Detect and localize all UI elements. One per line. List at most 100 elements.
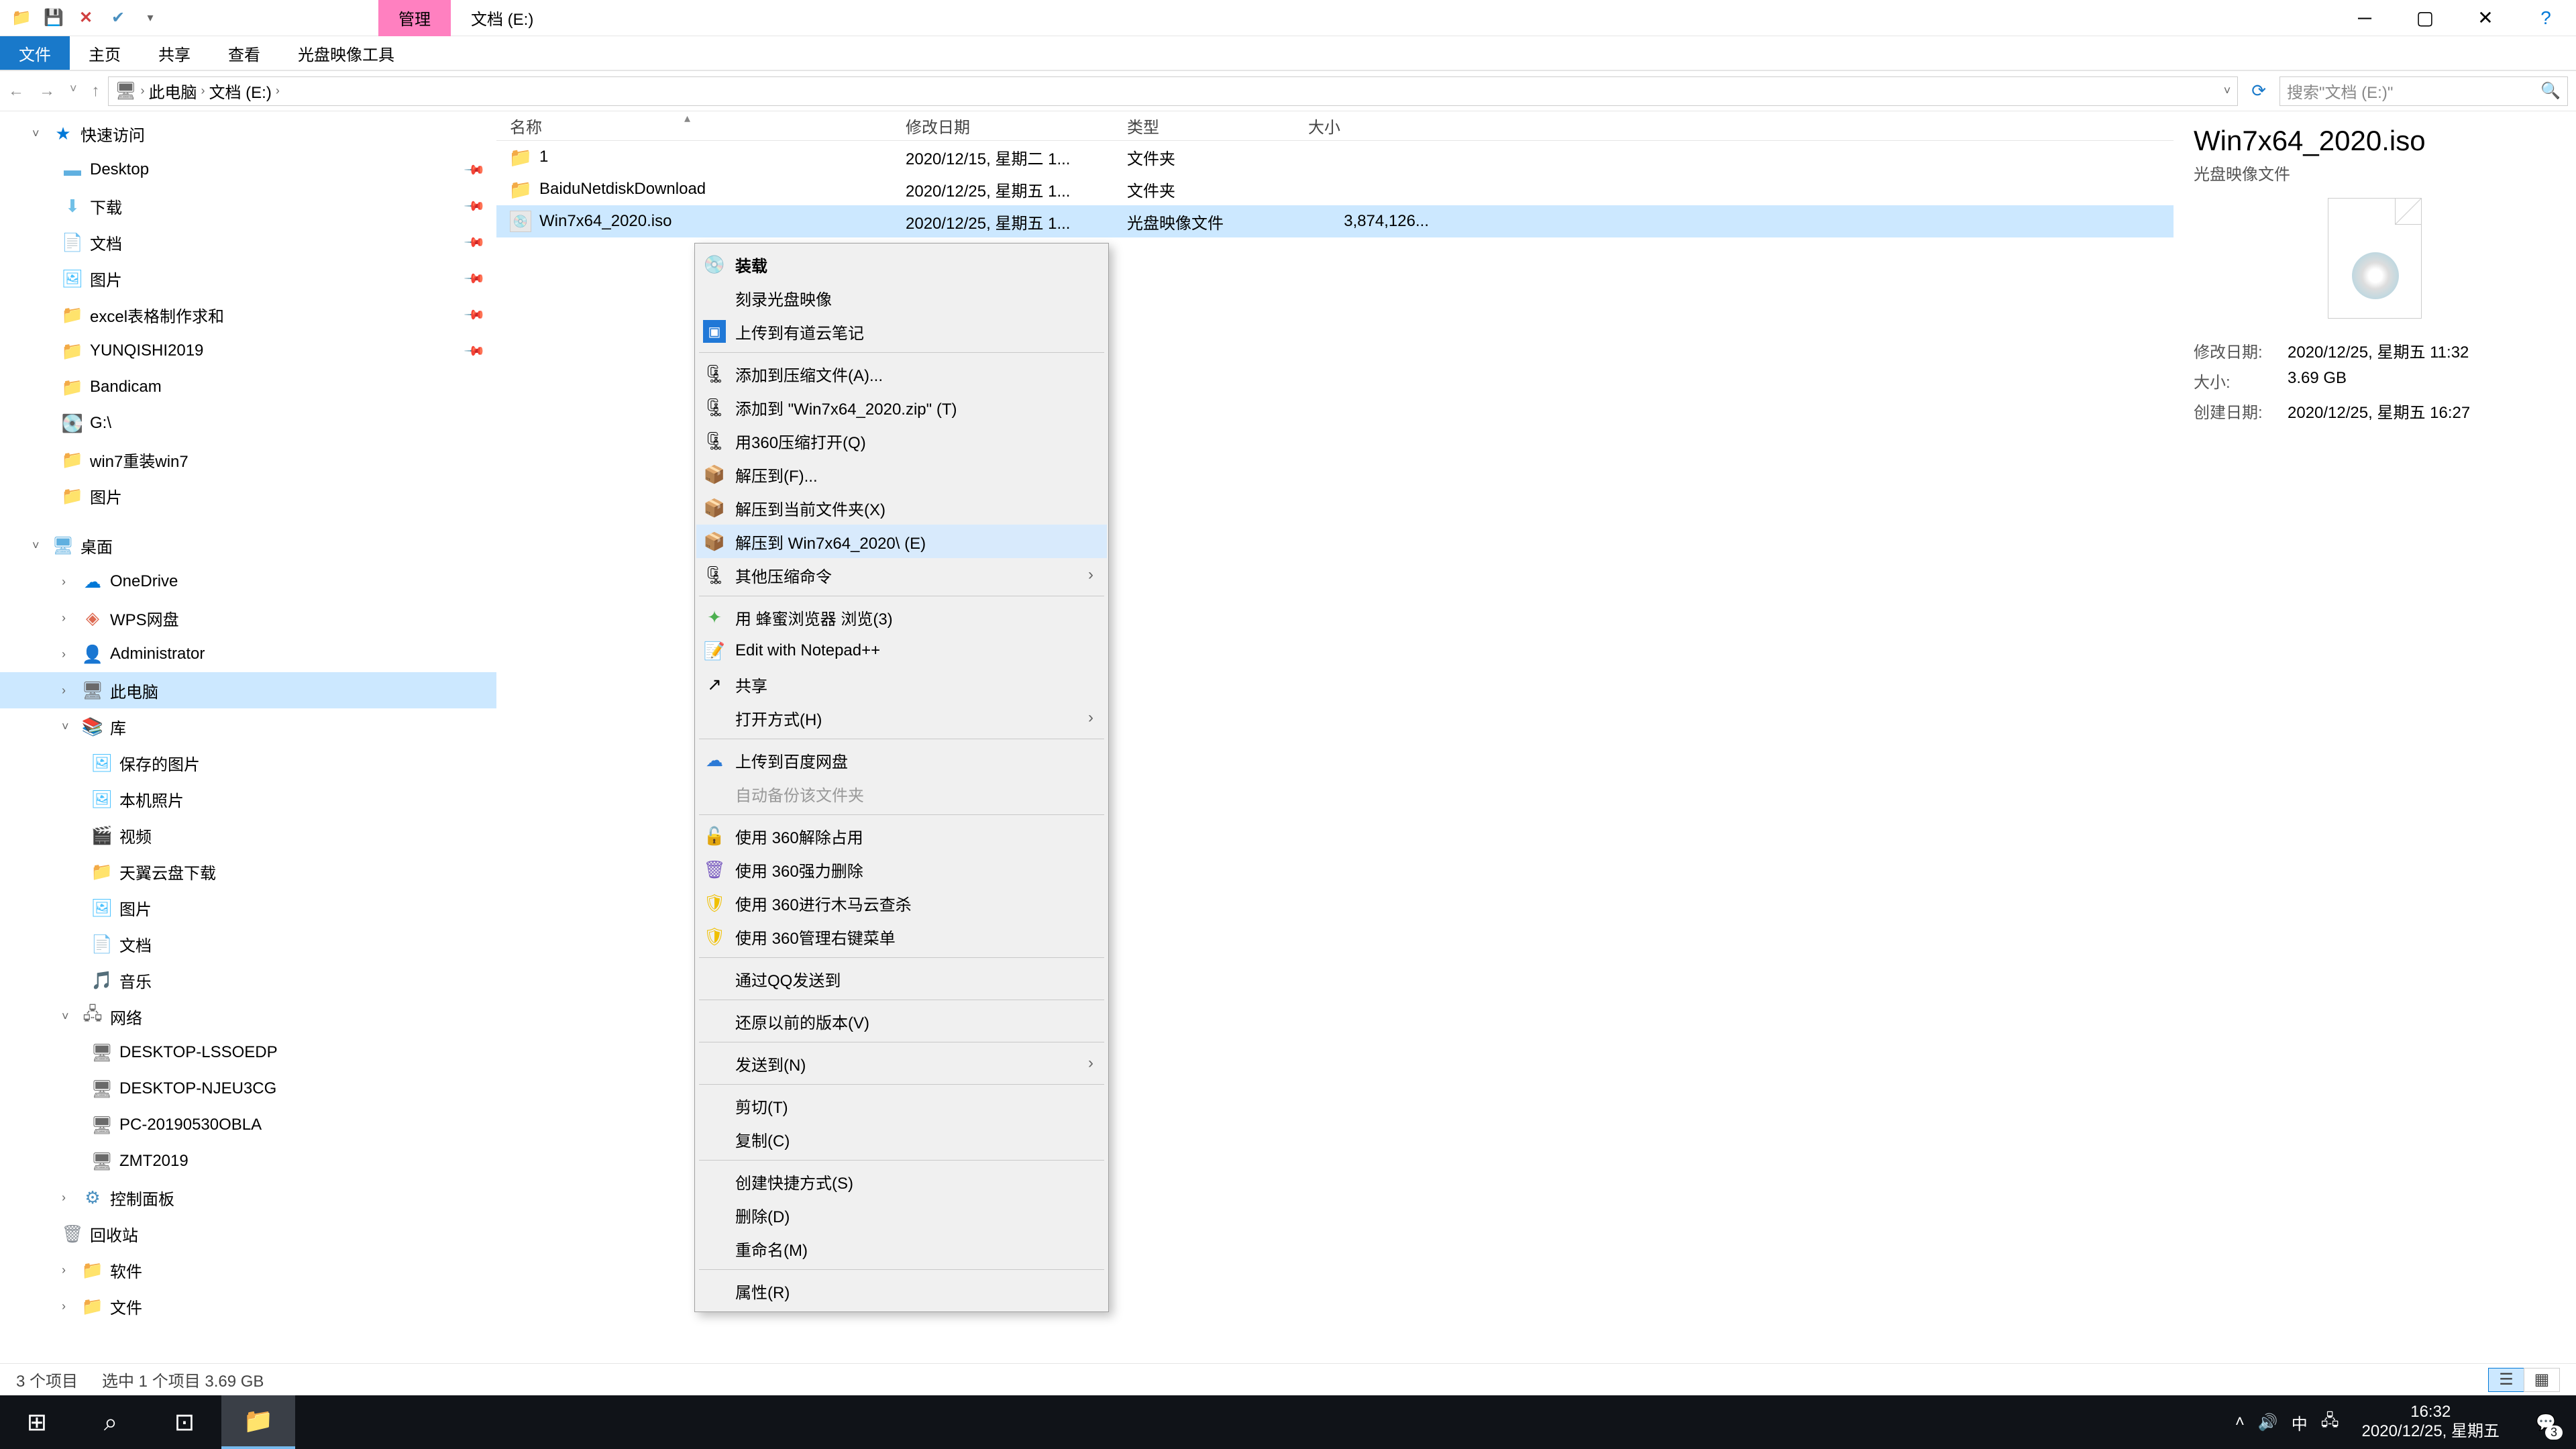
sidebar-recent-g[interactable]: 💽G:\ [0, 405, 496, 441]
taskbar-clock[interactable]: 16:32 2020/12/25, 星期五 [2353, 1403, 2509, 1442]
forward-button[interactable]: → [39, 82, 55, 101]
menu-open-with[interactable]: 打开方式(H)› [696, 701, 1107, 735]
menu-burn[interactable]: 刻录光盘映像 [696, 281, 1107, 315]
sidebar-net-pc1[interactable]: 🖥DESKTOP-LSSOEDP [0, 1034, 496, 1071]
help-button[interactable]: ? [2516, 0, 2576, 36]
minimize-button[interactable]: ─ [2334, 0, 2395, 36]
sidebar-pinned-pictures[interactable]: 🖼图片📌 [0, 260, 496, 297]
sidebar-this-pc[interactable]: ›🖥此电脑 [0, 672, 496, 708]
menu-360-menu[interactable]: 🛡使用 360管理右键菜单 [696, 920, 1107, 953]
sidebar-lib-videos[interactable]: 🎬视频 [0, 817, 496, 853]
col-type[interactable]: 类型 [1114, 111, 1295, 140]
sidebar-pinned-documents[interactable]: 📄文档📌 [0, 224, 496, 260]
file-row[interactable]: 📁1 2020/12/15, 星期二 1... 文件夹 [496, 141, 2174, 173]
menu-baidu-upload[interactable]: ☁上传到百度网盘 [696, 743, 1107, 777]
menu-qq-send[interactable]: 通过QQ发送到 [696, 962, 1107, 996]
qat-dropdown-icon[interactable]: ▾ [137, 5, 164, 32]
col-date[interactable]: 修改日期 [892, 111, 1114, 140]
up-button[interactable]: ↑ [92, 82, 100, 101]
sidebar-desktop-group[interactable]: ˅🖥桌面 [0, 527, 496, 564]
sidebar-pinned-excel[interactable]: 📁excel表格制作求和📌 [0, 297, 496, 333]
explorer-taskbar-button[interactable]: 📁 [221, 1395, 295, 1449]
menu-properties[interactable]: 属性(R) [696, 1274, 1107, 1307]
menu-youdao[interactable]: ▣上传到有道云笔记 [696, 315, 1107, 348]
close-button[interactable]: ✕ [2455, 0, 2516, 36]
address-bar[interactable]: 🖥 › 此电脑 › 文档 (E:) › ˅ [108, 76, 2239, 106]
sidebar-recent-win7[interactable]: 📁win7重装win7 [0, 441, 496, 478]
view-details-button[interactable]: ☰ [2488, 1368, 2524, 1392]
sidebar-recent-bandicam[interactable]: 📁Bandicam [0, 369, 496, 405]
address-dropdown-icon[interactable]: ˅ [2224, 84, 2231, 98]
sidebar-libraries[interactable]: ˅📚库 [0, 708, 496, 745]
menu-cut[interactable]: 剪切(T) [696, 1089, 1107, 1122]
search-icon[interactable]: 🔍 [2540, 81, 2561, 101]
menu-extract-named[interactable]: 📦解压到 Win7x64_2020\ (E) [696, 525, 1107, 558]
menu-notepad[interactable]: 📝Edit with Notepad++ [696, 634, 1107, 667]
sidebar-pinned-yunqishi[interactable]: 📁YUNQISHI2019📌 [0, 333, 496, 369]
menu-add-zip[interactable]: 🗜添加到 "Win7x64_2020.zip" (T) [696, 390, 1107, 424]
chevron-right-icon[interactable]: › [276, 84, 280, 98]
task-view-button[interactable]: ⊡ [148, 1395, 221, 1449]
menu-shortcut[interactable]: 创建快捷方式(S) [696, 1165, 1107, 1198]
save-icon[interactable]: 💾 [40, 5, 67, 32]
menu-open-360[interactable]: 🗜用360压缩打开(Q) [696, 424, 1107, 458]
sidebar-lib-camera[interactable]: 🖼本机照片 [0, 781, 496, 817]
sidebar-net-pc3[interactable]: 🖥PC-20190530OBLA [0, 1107, 496, 1143]
sidebar-recycle-bin[interactable]: 🗑回收站 [0, 1216, 496, 1252]
notification-center-button[interactable]: 💬3 [2522, 1395, 2569, 1449]
menu-send-to[interactable]: 发送到(N)› [696, 1046, 1107, 1080]
sidebar-lib-tianyi[interactable]: 📁天翼云盘下载 [0, 853, 496, 890]
menu-copy[interactable]: 复制(C) [696, 1122, 1107, 1156]
sidebar-network[interactable]: ˅🖧网络 [0, 998, 496, 1034]
start-button[interactable]: ⊞ [0, 1395, 74, 1449]
crumb-this-pc[interactable]: 此电脑 [149, 79, 197, 103]
menu-rename[interactable]: 重命名(M) [696, 1232, 1107, 1265]
network-icon[interactable]: 🖧 [2321, 1409, 2339, 1436]
chevron-right-icon[interactable]: › [141, 84, 145, 98]
sidebar-net-pc4[interactable]: 🖥ZMT2019 [0, 1143, 496, 1179]
check-icon[interactable]: ✔ [105, 5, 131, 32]
sidebar-quick-access[interactable]: ˅★快速访问 [0, 115, 496, 152]
volume-icon[interactable]: 🔊 [2258, 1413, 2278, 1432]
sidebar-lib-documents[interactable]: 📄文档 [0, 926, 496, 962]
maximize-button[interactable]: ▢ [2395, 0, 2455, 36]
menu-360-unlock[interactable]: 🔓使用 360解除占用 [696, 819, 1107, 853]
menu-other-compress[interactable]: 🗜其他压缩命令› [696, 558, 1107, 592]
sidebar-lib-music[interactable]: 🎵音乐 [0, 962, 496, 998]
menu-extract-here[interactable]: 📦解压到当前文件夹(X) [696, 491, 1107, 525]
col-name[interactable]: 名称▴ [496, 111, 892, 140]
tab-file[interactable]: 文件 [0, 36, 70, 70]
sidebar-wps[interactable]: ›◈WPS网盘 [0, 600, 496, 636]
search-button[interactable]: ⌕ [74, 1395, 148, 1449]
file-row[interactable]: 📁BaiduNetdiskDownload 2020/12/25, 星期五 1.… [496, 173, 2174, 205]
manage-tab[interactable]: 管理 [378, 0, 451, 36]
refresh-button[interactable]: ⟳ [2246, 80, 2271, 101]
sidebar-recent-pictures[interactable]: 📁图片 [0, 478, 496, 514]
history-dropdown[interactable]: ˅ [70, 82, 77, 101]
menu-360-scan[interactable]: 🛡使用 360进行木马云查杀 [696, 886, 1107, 920]
close-x-icon[interactable]: ✕ [72, 5, 99, 32]
crumb-drive[interactable]: 文档 (E:) [209, 79, 272, 103]
sidebar-pinned-downloads[interactable]: ⬇下载📌 [0, 188, 496, 224]
sidebar-net-pc2[interactable]: 🖥DESKTOP-NJEU3CG [0, 1071, 496, 1107]
menu-restore[interactable]: 还原以前的版本(V) [696, 1004, 1107, 1038]
sidebar-lib-saved-pics[interactable]: 🖼保存的图片 [0, 745, 496, 781]
menu-360-delete[interactable]: 🗑使用 360强力删除 [696, 853, 1107, 886]
sidebar-onedrive[interactable]: ›☁OneDrive [0, 564, 496, 600]
view-icons-button[interactable]: ▦ [2524, 1368, 2560, 1392]
search-input[interactable]: 搜索"文档 (E:)" 🔍 [2279, 76, 2568, 106]
menu-add-archive[interactable]: 🗜添加到压缩文件(A)... [696, 357, 1107, 390]
ime-indicator[interactable]: 中 [2292, 1411, 2308, 1434]
tab-iso-tools[interactable]: 光盘映像工具 [279, 36, 413, 70]
menu-mount[interactable]: 💿装载 [696, 248, 1107, 281]
file-row-selected[interactable]: 💿Win7x64_2020.iso 2020/12/25, 星期五 1... 光… [496, 205, 2174, 237]
col-size[interactable]: 大小 [1295, 111, 1442, 140]
sidebar-pinned-desktop[interactable]: ▬Desktop📌 [0, 152, 496, 188]
tab-home[interactable]: 主页 [70, 36, 140, 70]
sidebar-administrator[interactable]: ›👤Administrator [0, 636, 496, 672]
sidebar-control-panel[interactable]: ›⚙控制面板 [0, 1179, 496, 1216]
menu-delete[interactable]: 删除(D) [696, 1198, 1107, 1232]
tab-share[interactable]: 共享 [140, 36, 209, 70]
tray-overflow-icon[interactable]: ˄ [2235, 1413, 2245, 1432]
menu-browser[interactable]: ✦用 蜂蜜浏览器 浏览(3) [696, 600, 1107, 634]
